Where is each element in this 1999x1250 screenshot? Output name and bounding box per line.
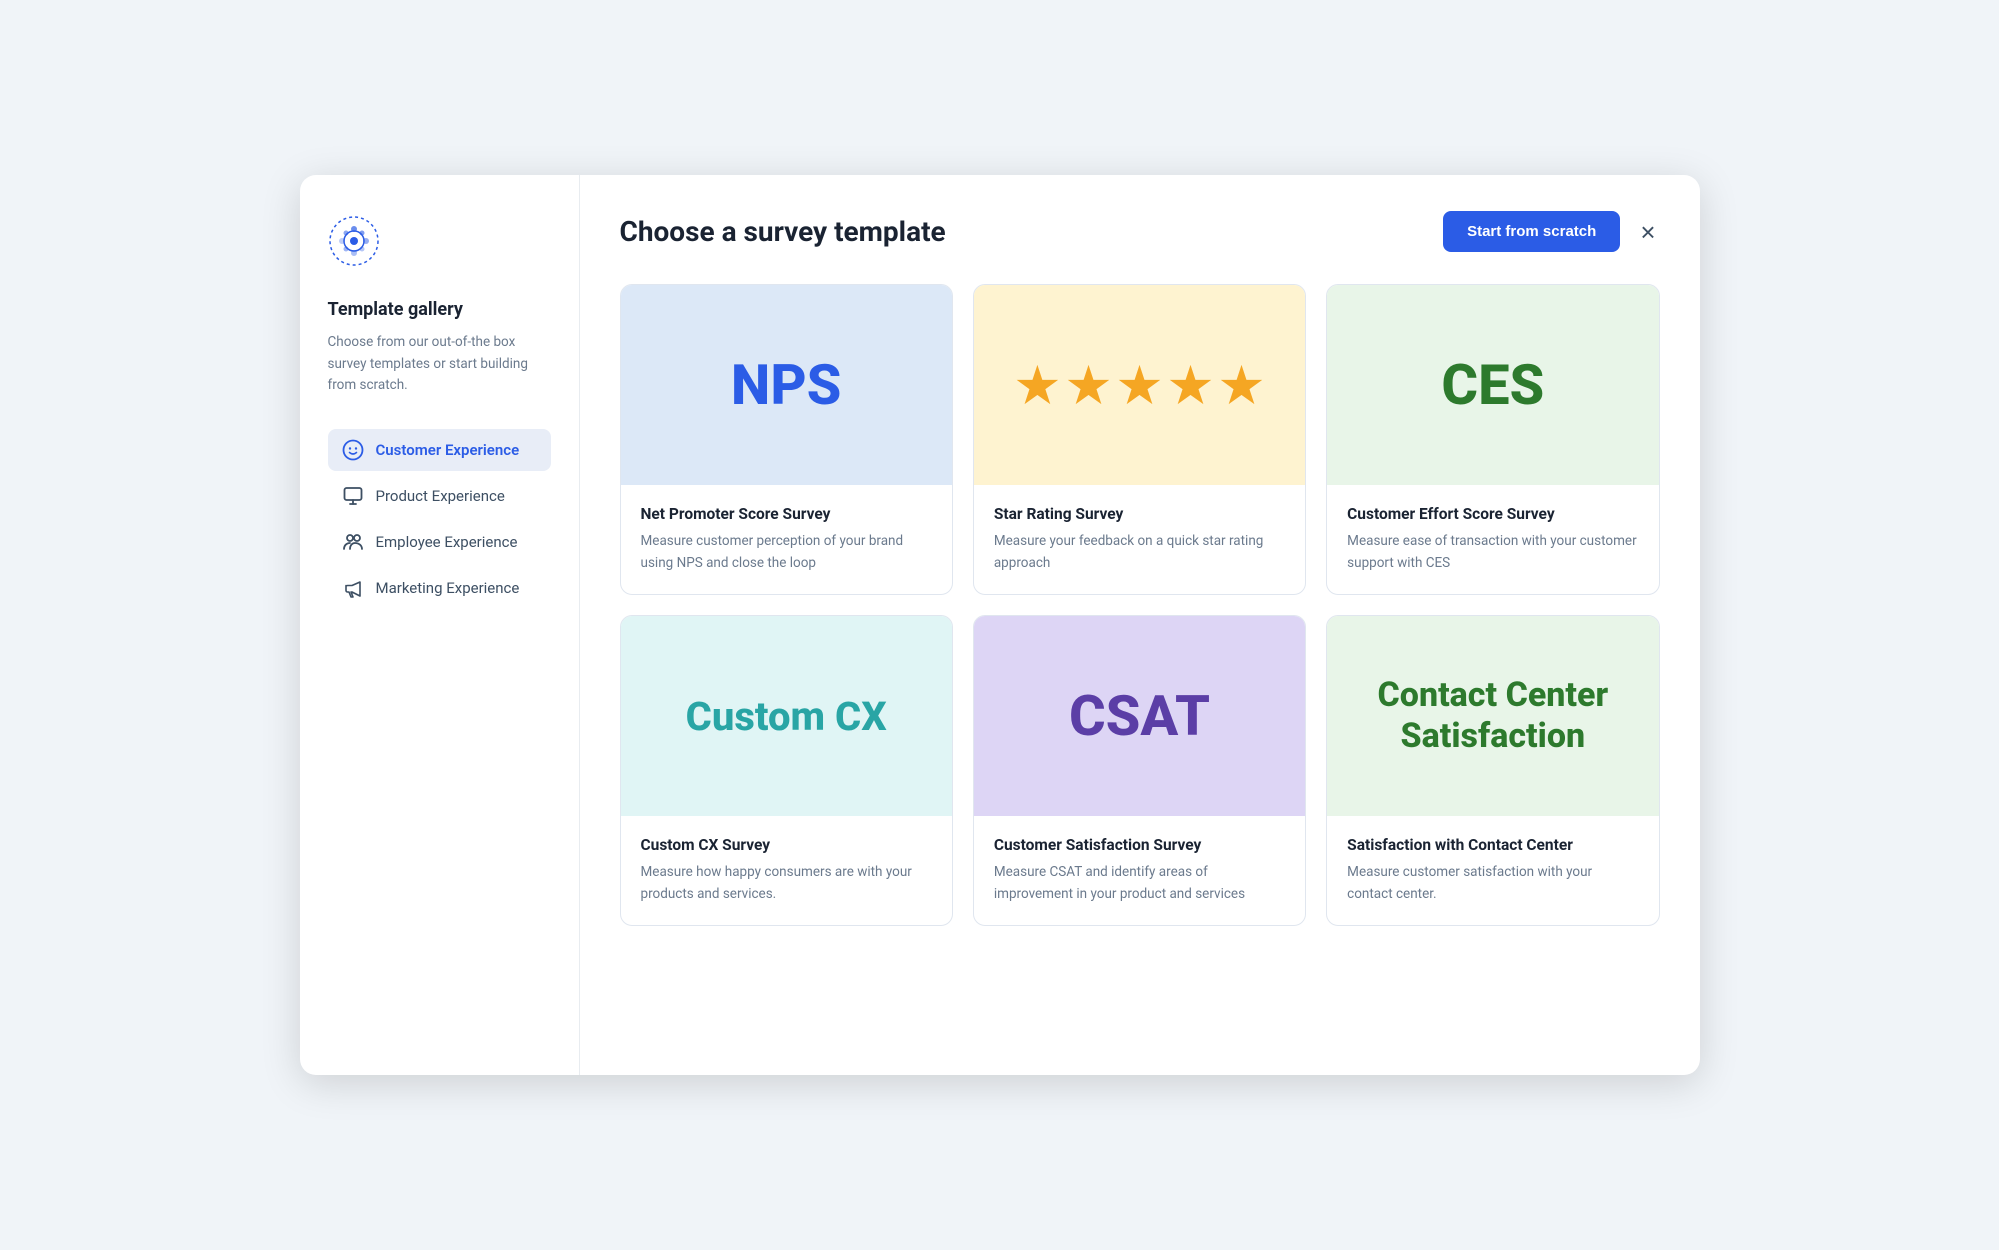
star-card-body: Star Rating Survey Measure your feedback… — [974, 485, 1305, 594]
main-content: Choose a survey template Start from scra… — [580, 175, 1700, 1075]
ces-card-desc: Measure ease of transaction with your cu… — [1347, 531, 1638, 574]
sidebar-title: Template gallery — [328, 299, 551, 320]
custom-cx-card-desc: Measure how happy consumers are with you… — [641, 862, 932, 905]
star-2: ★ — [1067, 357, 1110, 414]
nps-label: NPS — [731, 352, 841, 418]
star-card-name: Star Rating Survey — [994, 505, 1285, 523]
contact-center-card-desc: Measure customer satisfaction with your … — [1347, 862, 1638, 905]
star-4: ★ — [1169, 357, 1212, 414]
template-card-csat[interactable]: CSAT Customer Satisfaction Survey Measur… — [973, 615, 1306, 926]
logo — [328, 215, 380, 267]
csat-label: CSAT — [1069, 683, 1210, 749]
custom-cx-label: Custom CX — [686, 693, 887, 740]
sidebar-item-label-marketing: Marketing Experience — [376, 579, 520, 597]
template-card-custom-cx[interactable]: Custom CX Custom CX Survey Measure how h… — [620, 615, 953, 926]
stars-row: ★ ★ ★ ★ ★ — [1016, 357, 1263, 414]
start-from-scratch-button[interactable]: Start from scratch — [1443, 211, 1620, 252]
sidebar-item-customer-experience[interactable]: Customer Experience — [328, 429, 551, 471]
contact-center-label: Contact CenterSatisfaction — [1378, 675, 1609, 757]
header-actions: Start from scratch × — [1443, 211, 1659, 252]
contact-center-visual: Contact CenterSatisfaction — [1327, 616, 1658, 816]
csat-visual: CSAT — [974, 616, 1305, 816]
ces-visual: CES — [1327, 285, 1658, 485]
monitor-icon — [342, 485, 364, 507]
sidebar-description: Choose from our out-of-the box survey te… — [328, 332, 551, 397]
nps-card-body: Net Promoter Score Survey Measure custom… — [621, 485, 952, 594]
csat-card-body: Customer Satisfaction Survey Measure CSA… — [974, 816, 1305, 925]
star-visual: ★ ★ ★ ★ ★ — [974, 285, 1305, 485]
sidebar-item-label-customer: Customer Experience — [376, 441, 520, 459]
page-title: Choose a survey template — [620, 215, 946, 248]
sidebar-item-marketing-experience[interactable]: Marketing Experience — [328, 567, 551, 609]
nps-card-desc: Measure customer perception of your bran… — [641, 531, 932, 574]
star-3: ★ — [1118, 357, 1161, 414]
sidebar-item-label-employee: Employee Experience — [376, 533, 518, 551]
sidebar-item-employee-experience[interactable]: Employee Experience — [328, 521, 551, 563]
template-card-ces[interactable]: CES Customer Effort Score Survey Measure… — [1326, 284, 1659, 595]
template-card-contact-center[interactable]: Contact CenterSatisfaction Satisfaction … — [1326, 615, 1659, 926]
people-icon — [342, 531, 364, 553]
sidebar-item-product-experience[interactable]: Product Experience — [328, 475, 551, 517]
modal-container: Template gallery Choose from our out-of-… — [300, 175, 1700, 1075]
ces-card-name: Customer Effort Score Survey — [1347, 505, 1638, 523]
custom-cx-card-body: Custom CX Survey Measure how happy consu… — [621, 816, 952, 925]
template-grid: NPS Net Promoter Score Survey Measure cu… — [620, 284, 1660, 926]
smiley-icon — [342, 439, 364, 461]
template-card-nps[interactable]: NPS Net Promoter Score Survey Measure cu… — [620, 284, 953, 595]
nps-visual: NPS — [621, 285, 952, 485]
nps-card-name: Net Promoter Score Survey — [641, 505, 932, 523]
sidebar-nav: Customer Experience Product Experience — [328, 429, 551, 609]
csat-card-name: Customer Satisfaction Survey — [994, 836, 1285, 854]
close-button[interactable]: × — [1636, 215, 1659, 249]
star-1: ★ — [1016, 357, 1059, 414]
megaphone-icon — [342, 577, 364, 599]
star-card-desc: Measure your feedback on a quick star ra… — [994, 531, 1285, 574]
sidebar: Template gallery Choose from our out-of-… — [300, 175, 580, 1075]
contact-center-card-body: Satisfaction with Contact Center Measure… — [1327, 816, 1658, 925]
star-5: ★ — [1220, 357, 1263, 414]
ces-card-body: Customer Effort Score Survey Measure eas… — [1327, 485, 1658, 594]
custom-cx-visual: Custom CX — [621, 616, 952, 816]
sidebar-item-label-product: Product Experience — [376, 487, 505, 505]
contact-center-card-name: Satisfaction with Contact Center — [1347, 836, 1638, 854]
ces-label: CES — [1441, 352, 1544, 418]
csat-card-desc: Measure CSAT and identify areas of impro… — [994, 862, 1285, 905]
template-card-star-rating[interactable]: ★ ★ ★ ★ ★ Star Rating Survey Measure you… — [973, 284, 1306, 595]
custom-cx-card-name: Custom CX Survey — [641, 836, 932, 854]
page-header: Choose a survey template Start from scra… — [620, 211, 1660, 252]
